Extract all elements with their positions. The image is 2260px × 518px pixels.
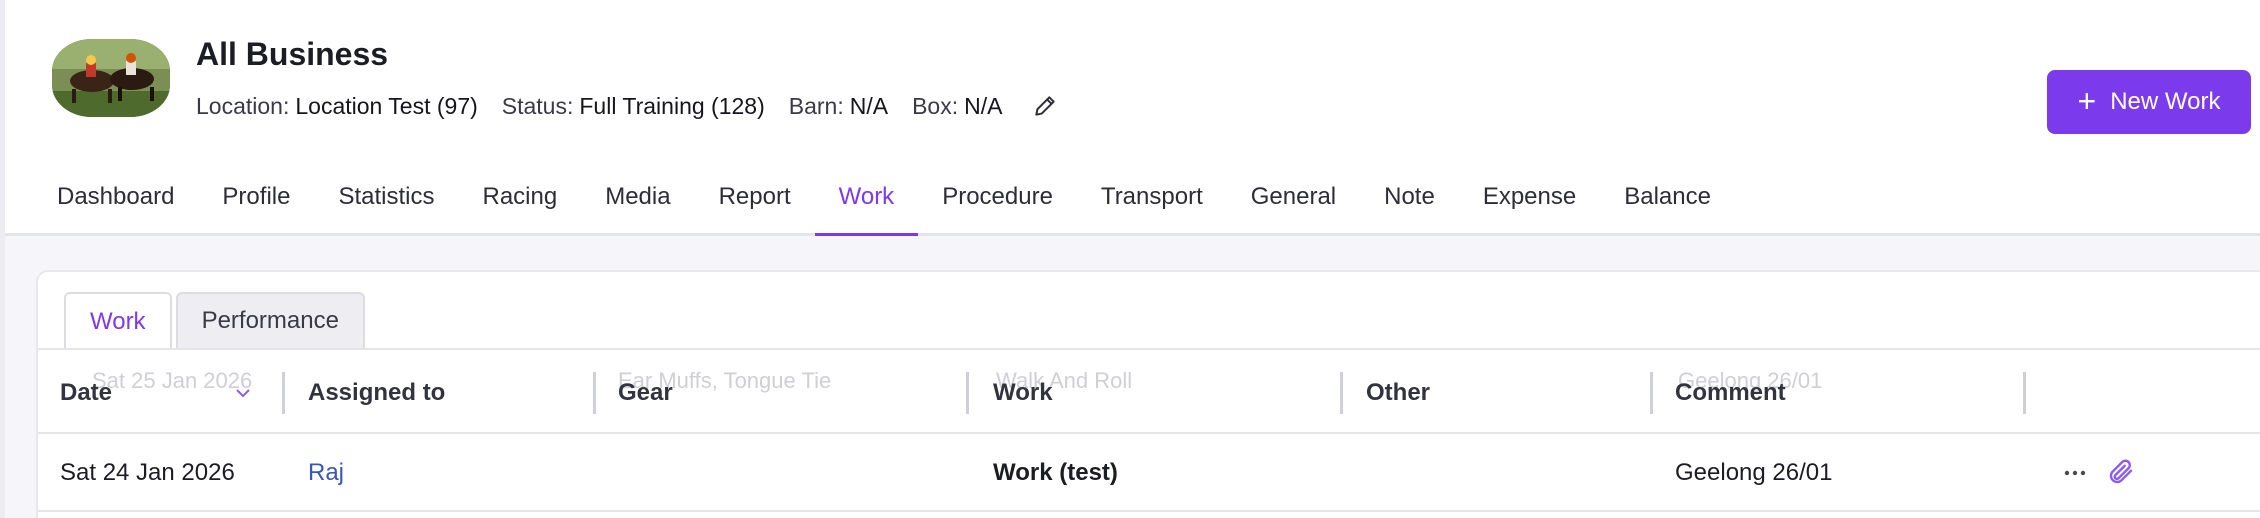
tab-work[interactable]: Work — [814, 170, 919, 236]
new-work-button[interactable]: + New Work — [2047, 70, 2251, 134]
box-key: Box: — [912, 92, 959, 119]
page-title: All Business — [196, 36, 389, 72]
main-nav: Dashboard Profile Statistics Racing Medi… — [52, 170, 1735, 236]
tab-media[interactable]: Media — [581, 170, 694, 236]
cell-comment: Geelong 26/01 — [1675, 459, 1833, 486]
column-resizer[interactable] — [2023, 372, 2026, 414]
status-key: Status: — [501, 92, 574, 119]
horse-header: All Business Location: Location Test (97… — [5, 0, 2260, 236]
work-card: Work Performance Sat 25 Jan 2026 Ear Muf… — [36, 270, 2260, 518]
tab-statistics[interactable]: Statistics — [314, 170, 458, 236]
barn-key: Barn: — [788, 92, 844, 119]
pencil-icon[interactable] — [1032, 93, 1058, 119]
more-icon[interactable] — [2062, 460, 2088, 486]
sort-chevron-icon[interactable] — [234, 384, 252, 402]
new-work-label: New Work — [2110, 88, 2221, 115]
cell-date: Sat 24 Jan 2026 — [60, 459, 235, 486]
location-key: Location: — [196, 92, 290, 119]
column-comment[interactable]: Comment — [1675, 350, 1786, 436]
tab-report[interactable]: Report — [695, 170, 815, 236]
status-value: Full Training (128) — [579, 92, 765, 119]
barn-value: N/A — [849, 92, 889, 119]
column-resizer[interactable] — [1340, 372, 1343, 414]
cell-assigned-to[interactable]: Raj — [308, 434, 344, 512]
tab-balance[interactable]: Balance — [1600, 170, 1735, 236]
tab-profile[interactable]: Profile — [198, 170, 314, 236]
table-row[interactable]: Sat 24 Jan 2026 Raj Work (test) Geelong … — [38, 434, 2260, 512]
tab-procedure[interactable]: Procedure — [918, 170, 1077, 236]
column-resizer[interactable] — [966, 372, 969, 414]
horse-avatar — [52, 39, 170, 117]
subtab-performance[interactable]: Performance — [175, 292, 365, 348]
column-date[interactable]: Date — [60, 350, 112, 436]
column-resizer[interactable] — [282, 372, 285, 414]
tab-racing[interactable]: Racing — [458, 170, 581, 236]
subtab-work[interactable]: Work — [64, 292, 172, 350]
paperclip-icon[interactable] — [2106, 456, 2136, 488]
column-gear[interactable]: Gear — [618, 350, 673, 436]
column-work[interactable]: Work — [993, 350, 1053, 436]
tab-general[interactable]: General — [1227, 170, 1360, 236]
column-other[interactable]: Other — [1366, 350, 1430, 436]
tab-dashboard[interactable]: Dashboard — [52, 170, 198, 236]
ghost-date: Sat 25 Jan 2026 — [92, 368, 253, 393]
horse-meta: Location: Location Test (97) Status: Ful… — [196, 90, 1058, 122]
subtabs: Work Performance — [64, 292, 365, 350]
tab-note[interactable]: Note — [1360, 170, 1459, 236]
table-header: Sat 25 Jan 2026 Ear Muffs, Tongue Tie Wa… — [38, 348, 2260, 434]
box-value: N/A — [964, 92, 1003, 119]
cell-work: Work (test) — [993, 459, 1118, 486]
plus-icon: + — [2077, 82, 2097, 119]
column-resizer[interactable] — [1650, 372, 1653, 414]
tab-expense[interactable]: Expense — [1459, 170, 1600, 236]
column-resizer[interactable] — [593, 372, 596, 414]
location-value: Location Test (97) — [295, 92, 478, 119]
tab-transport[interactable]: Transport — [1077, 170, 1227, 236]
column-assigned-to[interactable]: Assigned to — [308, 350, 445, 436]
